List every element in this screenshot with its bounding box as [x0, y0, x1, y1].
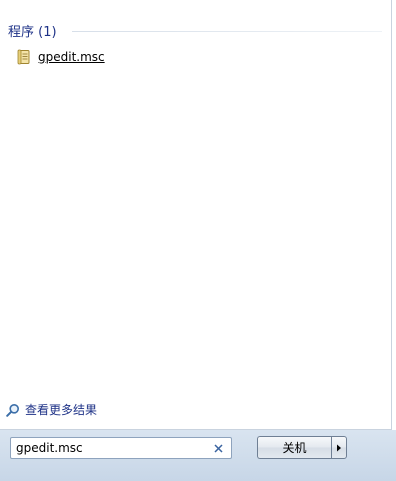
clear-search-icon[interactable] — [209, 439, 227, 457]
section-divider — [72, 31, 382, 32]
search-input[interactable] — [11, 439, 209, 457]
program-item-gpedit[interactable]: gpedit.msc — [16, 47, 105, 67]
start-menu: 程序 (1) gpedit.msc 查看更多结果 gpedit.msc 关机 — [0, 0, 396, 481]
program-item-label: gpedit.msc — [38, 50, 105, 64]
shutdown-control: 关机 — [257, 436, 347, 459]
search-box[interactable] — [10, 437, 232, 459]
programs-section-header: 程序 (1) — [8, 20, 57, 40]
msc-console-icon — [16, 49, 32, 65]
search-shutdown-strip: 关机 — [0, 430, 396, 481]
programs-section-title: 程序 (1) — [8, 24, 57, 40]
shutdown-button[interactable]: 关机 — [257, 436, 331, 459]
search-results-panel: 程序 (1) gpedit.msc 查看更多结果 — [0, 0, 392, 430]
chevron-right-icon — [336, 440, 342, 455]
search-icon — [6, 402, 20, 417]
shutdown-options-button[interactable] — [331, 436, 347, 459]
see-more-results-link[interactable]: 查看更多结果 — [6, 400, 97, 418]
see-more-results-label: 查看更多结果 — [25, 402, 98, 417]
